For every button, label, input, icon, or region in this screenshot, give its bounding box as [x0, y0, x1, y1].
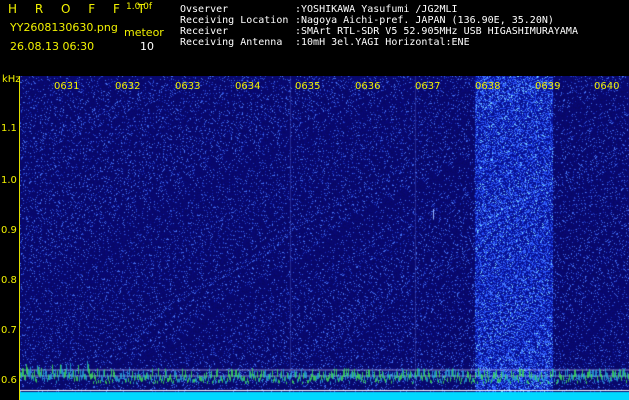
x-tick-label: 0637: [415, 81, 441, 92]
y-axis-line: [19, 76, 20, 400]
date-time: 26.08.13 06:30: [10, 40, 95, 53]
info-value: :Nagoya Aichi-pref. JAPAN (136.90E, 35.2…: [295, 15, 554, 26]
info-label: Receiving Antenna: [180, 37, 283, 48]
meteor-count: 10: [140, 40, 154, 53]
x-tick-label: 0634: [235, 81, 261, 92]
x-tick-label: 0639: [535, 81, 561, 92]
y-axis-unit: kHz: [2, 74, 21, 85]
y-tick-label: 1.1: [1, 123, 17, 134]
x-tick-label: 0631: [54, 81, 80, 92]
info-value: :SMArt RTL-SDR V5 52.905MHz USB HIGASHIM…: [295, 26, 578, 37]
y-tick-label: 0.9: [1, 225, 17, 236]
spectrogram-canvas: [20, 76, 629, 400]
info-label: Ovserver: [180, 4, 229, 15]
meteor-label: meteor: [124, 26, 164, 39]
x-tick-label: 0633: [175, 81, 201, 92]
x-tick-label: 0638: [475, 81, 501, 92]
y-tick-label: 0.8: [1, 275, 17, 286]
y-tick-label: 0.7: [1, 325, 17, 336]
y-tick-label: 0.6: [1, 375, 17, 386]
x-tick-label: 0640: [594, 81, 620, 92]
info-label: Receiving Location: [180, 15, 289, 26]
x-tick-label: 0635: [295, 81, 321, 92]
info-value: :10mH 3el.YAGI Horizontal:ENE: [295, 37, 470, 48]
y-tick-label: 1.0: [1, 175, 17, 186]
info-value: :YOSHIKAWA Yasufumi /JG2MLI: [295, 4, 458, 15]
spectrogram: [20, 76, 629, 400]
file-name: YY2608130630.png: [10, 21, 118, 34]
app-version: 1.0.0f: [126, 2, 153, 12]
x-tick-label: 0632: [115, 81, 141, 92]
info-label: Receiver: [180, 26, 229, 37]
x-tick-label: 0636: [355, 81, 381, 92]
header-panel: H R O F F T 1.0.0f YY2608130630.png mete…: [0, 0, 629, 76]
